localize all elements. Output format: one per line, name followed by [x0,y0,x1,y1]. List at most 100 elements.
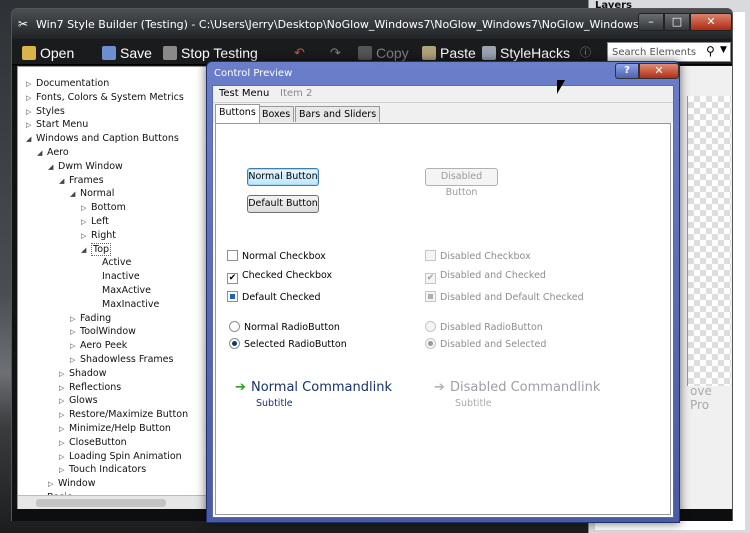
tree-item[interactable]: ▷ Minimize/Help Button [59,422,171,436]
save-button[interactable]: Save [102,43,152,63]
tree-item[interactable]: ▷ Documentation [26,77,109,91]
tree-item[interactable]: ◢ Windows and Caption Buttons [26,132,179,146]
selected-radio[interactable]: Selected RadioButton [229,338,347,352]
checkbox-box [227,250,238,261]
tree-item[interactable]: ◢ Dwm Window [48,160,123,174]
default-checked-checkbox[interactable]: Default Checked [227,291,321,305]
arrow-right-icon: ➔ [434,380,445,395]
expander-icon[interactable]: ▷ [59,394,69,408]
tree-item-label: Active [102,257,132,269]
expander-icon[interactable]: ▷ [81,201,91,215]
expander-icon[interactable]: ▷ [59,450,69,464]
tree-item[interactable]: ▷ Left [81,215,109,229]
tab-bars-and-sliders[interactable]: Bars and Sliders [295,106,381,122]
tree-item-label: Loading Spin Animation [69,450,182,462]
expander-icon[interactable]: ▷ [26,77,36,91]
chevron-down-icon[interactable]: ▼ [720,45,727,55]
info-icon[interactable]: ⓘ [580,43,591,63]
tree-item[interactable]: ◢ Frames [59,174,104,188]
tree-item[interactable]: ▷ CloseButton [59,436,127,450]
expander-icon[interactable]: ▷ [26,105,36,119]
normal-radio[interactable]: Normal RadioButton [229,321,340,335]
tree-item[interactable]: ▷ Fading [70,312,111,326]
tree-item[interactable]: ▷ Loading Spin Animation [59,450,182,464]
tree-item[interactable]: MaxActive [92,284,151,298]
tree-item[interactable]: ▷ Window [48,477,95,491]
maximize-button[interactable]: □ [664,13,690,31]
expander-icon[interactable]: ▷ [81,215,91,229]
expander-icon[interactable]: ◢ [26,132,36,146]
menu-test-menu[interactable]: Test Menu [219,88,269,99]
tab-buttons[interactable]: Buttons [215,104,260,123]
menu-item-2[interactable]: Item 2 [280,88,312,99]
expander-icon[interactable]: ◢ [70,187,80,201]
tree-item[interactable]: ▷ Touch Indicators [59,463,146,477]
tree-item[interactable]: MaxInactive [92,298,159,312]
tree-item-label: Bottom [91,202,126,214]
tree-item[interactable]: ▷ Aero Peek [70,339,127,353]
close-button[interactable]: ✕ [690,13,732,31]
radio-circle [425,338,436,349]
expander-icon[interactable]: ▷ [59,436,69,450]
undo-icon[interactable]: ↶ [294,43,305,63]
expander-icon[interactable]: ◢ [59,174,69,188]
expander-icon[interactable]: ▷ [59,367,69,381]
tree-item[interactable]: ◢ Top [81,242,112,257]
expander-icon[interactable]: ▷ [70,325,80,339]
search-input[interactable] [612,45,702,59]
copy-button[interactable]: Copy [358,43,409,63]
tree-item[interactable]: ▷ Right [81,229,116,243]
normal-checkbox[interactable]: Normal Checkbox [227,250,326,264]
tree-item[interactable]: Inactive [92,270,140,284]
tree-item[interactable]: ▷ Reflections [59,381,121,395]
selected-radio-label: Selected RadioButton [244,339,347,350]
tab-boxes[interactable]: Boxes [258,106,295,122]
normal-button[interactable]: Normal Button [247,168,319,186]
expander-icon[interactable]: ▷ [70,353,80,367]
expander-icon[interactable]: ▷ [59,463,69,477]
tree-item[interactable]: ▷ Bottom [81,201,126,215]
title-bar[interactable]: ✂ Win7 Style Builder (Testing) - C:\User… [12,9,732,39]
tree-item[interactable]: ▷ Glows [59,394,98,408]
expander-icon[interactable]: ◢ [81,243,91,257]
expander-icon[interactable]: ▷ [48,477,58,491]
tree-item[interactable]: ▷ Shadowless Frames [70,353,173,367]
tree-item[interactable]: ▷ Start Menu [26,118,88,132]
checked-checkbox[interactable]: ✔ Checked Checkbox [227,270,332,284]
tree-item[interactable]: ◢ Normal [70,187,114,201]
open-button[interactable]: Open [22,43,74,63]
expander-icon[interactable]: ◢ [37,146,47,160]
dialog-body: Test Menu Item 2 Buttons Boxes Bars and … [212,85,674,518]
expander-icon[interactable]: ▷ [26,91,36,105]
horizontal-scrollbar[interactable] [18,495,210,509]
minimize-button[interactable]: – [638,13,664,31]
tree-item[interactable]: Active [92,256,131,270]
expander-icon[interactable]: ▷ [70,312,80,326]
tree-item[interactable]: ▷ Styles [26,105,65,119]
default-button[interactable]: Default Button [247,195,319,213]
expander-icon[interactable]: ▷ [59,381,69,395]
tree-item[interactable]: ▷ Restore/Maximize Button [59,408,188,422]
tree-item[interactable]: ▷ ToolWindow [70,325,136,339]
help-button[interactable]: ? [615,63,639,79]
expander-icon[interactable]: ▷ [70,339,80,353]
normal-commandlink[interactable]: ➔ Normal Commandlink Subtitle [235,380,392,409]
expander-icon[interactable]: ▷ [59,408,69,422]
expander-icon[interactable]: ▷ [81,229,91,243]
stop-testing-button[interactable]: Stop Testing [163,43,258,63]
expander-icon[interactable]: ▷ [26,118,36,132]
expander-icon[interactable]: ▷ [59,422,69,436]
paste-button[interactable]: Paste [422,43,476,63]
tree-item[interactable]: ◢ Aero [37,146,69,160]
search-icon[interactable]: ⚲ [706,44,715,58]
window-title: Win7 Style Builder (Testing) - C:\Users\… [36,18,707,31]
disabled-radio: Disabled RadioButton [425,321,543,335]
element-tree[interactable]: ▷ Documentation ▷ Fonts, Colors & System Me… [17,66,211,510]
redo-icon[interactable]: ↷ [330,43,341,63]
dialog-close-button[interactable]: ✕ [639,63,679,79]
stylehacks-button[interactable]: StyleHacks [482,43,570,63]
tree-item[interactable]: ▷ Fonts, Colors & System Metrics [26,91,184,105]
tree-item[interactable]: ▷ Shadow [59,367,107,381]
expander-icon[interactable]: ◢ [48,160,58,174]
scrollbar-thumb[interactable] [36,499,166,507]
